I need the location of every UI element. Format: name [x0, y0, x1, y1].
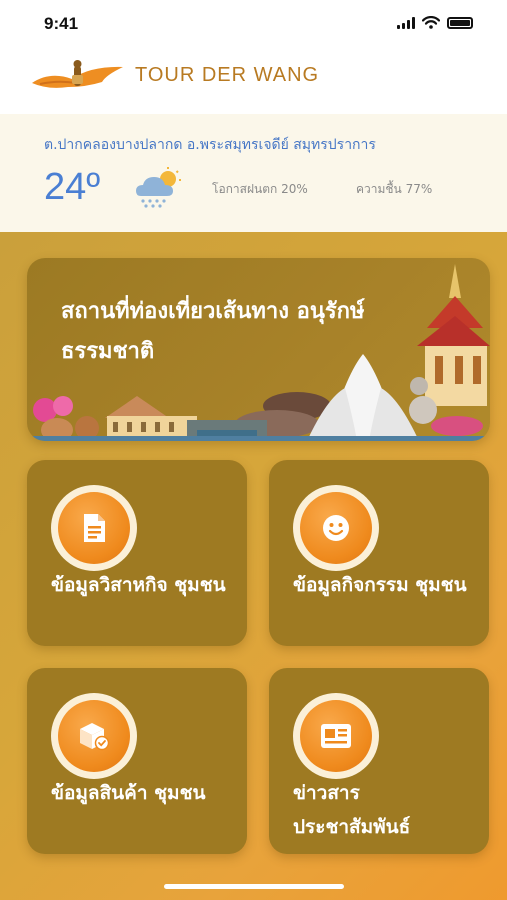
status-time: 9:41: [44, 14, 79, 33]
card-label: ข้อมูลวิสาหกิจ ชุมชน: [51, 574, 226, 596]
news-card[interactable]: ข่าวสาร ประชาสัมพันธ์: [269, 668, 489, 854]
card-icon-ring: [293, 693, 379, 779]
card-icon-ring: [293, 485, 379, 571]
card-icon-circle: [58, 492, 130, 564]
community-activity-card[interactable]: ข้อมูลกิจกรรม ชุมชน: [269, 460, 489, 646]
logo-icon: [32, 60, 123, 88]
smile-icon: [323, 515, 349, 541]
card-icon-circle: [58, 700, 130, 772]
battery-icon: [447, 17, 473, 29]
banner-title: สถานที่ท่องเที่ยวเส้นทาง อนุรักษ์ธรรมชาต…: [61, 299, 365, 364]
card-label: ข้อมูลสินค้า ชุมชน: [51, 782, 206, 804]
card-icon-circle: [300, 492, 372, 564]
card-icon-ring: [51, 485, 137, 571]
signal-icon: [397, 16, 415, 29]
card-icon-ring: [51, 693, 137, 779]
status-icons: [397, 16, 473, 29]
nature-route-banner[interactable]: สถานที่ท่องเที่ยวเส้นทาง อนุรักษ์ธรรมชาต…: [27, 258, 490, 441]
card-icon-circle: [300, 700, 372, 772]
status-bar: 9:41: [0, 0, 507, 50]
community-enterprise-card[interactable]: ข้อมูลวิสาหกิจ ชุมชน: [27, 460, 247, 646]
community-product-card[interactable]: ข้อมูลสินค้า ชุมชน: [27, 668, 247, 854]
cloud-rain-sun-icon: [136, 167, 181, 208]
weather-panel: ต.ปากคลองบางปลากด อ.พระสมุทรเจดีย์ สมุทร…: [0, 114, 507, 232]
main-menu: สถานที่ท่องเที่ยวเส้นทาง อนุรักษ์ธรรมชาต…: [0, 232, 507, 900]
weather-humidity: ความชื้น 77%: [356, 182, 433, 196]
document-icon: [84, 514, 105, 542]
app-header: TOUR DER WANG: [0, 50, 507, 114]
weather-rain-chance: โอกาสฝนตก 20%: [212, 182, 308, 196]
card-label: ข้อมูลกิจกรรม ชุมชน: [293, 574, 467, 596]
news-icon: [321, 724, 351, 748]
weather-temperature: 24º: [44, 166, 101, 208]
home-indicator[interactable]: [164, 884, 344, 889]
brand-title: TOUR DER WANG: [135, 64, 320, 86]
card-label: ข่าวสาร ประชาสัมพันธ์: [293, 782, 411, 838]
package-icon: [80, 723, 110, 751]
wifi-icon: [422, 16, 440, 29]
weather-location: ต.ปากคลองบางปลากด อ.พระสมุทรเจดีย์ สมุทร…: [44, 137, 376, 153]
